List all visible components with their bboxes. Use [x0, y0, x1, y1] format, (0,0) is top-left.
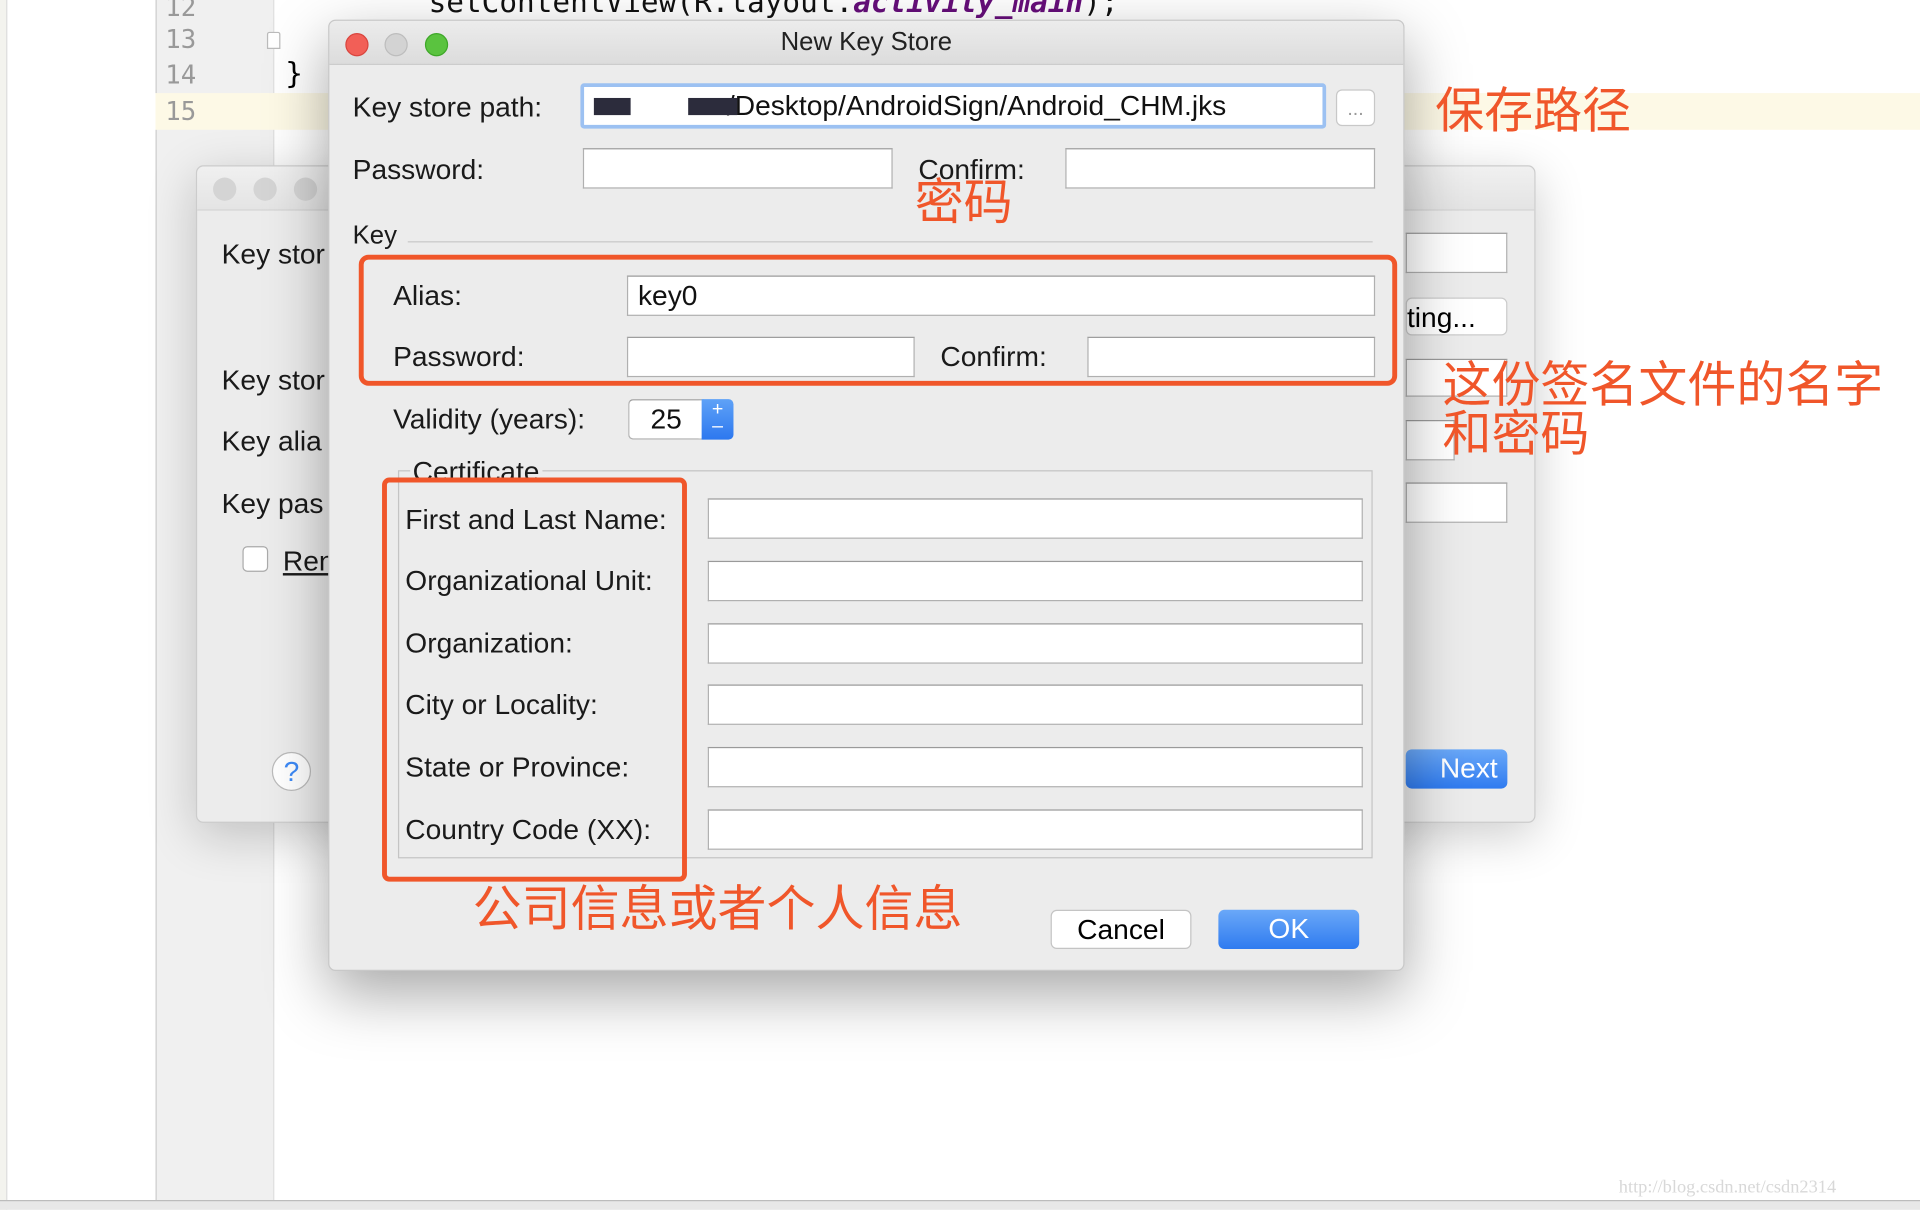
country-code-input[interactable]: [707, 809, 1363, 850]
line-number: 12: [165, 0, 197, 23]
background-field[interactable]: [1405, 482, 1508, 523]
key-store-path-label: Key store path:: [352, 90, 543, 123]
annotation-line: 这份签名文件的名字: [1442, 357, 1884, 414]
cancel-button[interactable]: Cancel: [1050, 909, 1192, 949]
validity-stepper[interactable]: + –: [701, 399, 734, 440]
code-text: );: [1083, 0, 1119, 20]
editor-bottom-border: [0, 1200, 1920, 1210]
annotation-box-certificate: [382, 477, 687, 882]
password-label: Password:: [352, 153, 485, 185]
background-field[interactable]: [1405, 232, 1508, 274]
redacted-path-segment: [593, 97, 631, 116]
key-store-path-input[interactable]: /Desktop/AndroidSign/Android_CHM.jks: [580, 83, 1327, 129]
browse-button[interactable]: ...: [1335, 89, 1376, 127]
line-number: 14: [165, 60, 197, 90]
create-existing-button[interactable]: ting...: [1405, 297, 1508, 336]
line-number: 13: [165, 24, 197, 54]
key-password-label: Key pas: [221, 487, 324, 520]
dialog-title: New Key Store: [780, 28, 953, 57]
minimize-dot[interactable]: [253, 177, 277, 201]
state-input[interactable]: [707, 746, 1363, 788]
validity-label: Validity (years):: [393, 402, 586, 435]
validity-input[interactable]: 25: [628, 399, 705, 440]
next-button[interactable]: Next: [1405, 749, 1508, 789]
key-section-label: Key: [352, 221, 397, 250]
key-store-password-label: Key stor: [221, 363, 325, 396]
key-section-divider: [407, 241, 1373, 243]
password-input[interactable]: [582, 148, 893, 189]
remember-label: Ren: [282, 544, 335, 577]
first-last-name-input[interactable]: [707, 498, 1363, 539]
organization-input[interactable]: [707, 623, 1363, 664]
decrement-icon[interactable]: –: [702, 417, 734, 437]
line-number: 15: [165, 96, 197, 127]
annotation-name-password: 这份签名文件的名字 和密码: [1442, 361, 1883, 459]
annotation-box-key: [358, 254, 1398, 386]
help-button[interactable]: ?: [271, 751, 312, 792]
fold-icon[interactable]: [266, 31, 281, 49]
code-text: setContentView(R.layout.: [428, 0, 854, 20]
city-input[interactable]: [707, 684, 1363, 725]
ok-button[interactable]: OK: [1218, 909, 1360, 949]
watermark: http://blog.csdn.net/csdn2314: [1618, 1177, 1837, 1198]
organizational-unit-input[interactable]: [707, 560, 1363, 602]
key-store-label: Key stor: [221, 237, 325, 270]
code-keyword: activity_main: [853, 0, 1084, 20]
zoom-dot[interactable]: [293, 177, 318, 201]
close-dot[interactable]: [213, 177, 237, 201]
closing-brace: }: [285, 56, 304, 91]
key-alias-label: Key alia: [221, 424, 322, 457]
annotation-password: 密码: [914, 175, 1013, 232]
code-line: setContentView(R.layout.activity_main);: [429, 0, 1119, 20]
redacted-path-segment: [688, 97, 738, 116]
remember-checkbox[interactable]: [242, 546, 269, 572]
confirm-input[interactable]: [1065, 148, 1376, 189]
annotation-company-info: 公司信息或者个人信息: [472, 881, 963, 938]
annotation-save-path: 保存路径: [1435, 83, 1632, 140]
annotation-line: 和密码: [1442, 406, 1590, 463]
editor-left-strip: [0, 0, 8, 1210]
